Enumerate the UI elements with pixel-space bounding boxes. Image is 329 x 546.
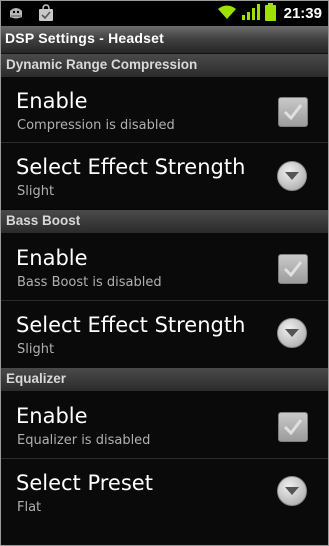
pref-row-bass-enable[interactable]: Enable Bass Boost is disabled — [1, 233, 328, 300]
status-bar: 21:39 — [1, 1, 328, 26]
title-bar: DSP Settings - Headset — [1, 26, 328, 54]
pref-title: Select Preset — [16, 471, 153, 495]
pref-row-bass-strength[interactable]: Select Effect Strength Slight — [1, 301, 328, 368]
drc-enable-checkbox[interactable] — [278, 97, 308, 127]
section-title: Bass Boost — [6, 213, 81, 228]
pref-summary: Flat — [17, 500, 42, 515]
battery-icon — [264, 2, 276, 25]
pref-summary: Slight — [17, 342, 55, 357]
pref-summary: Slight — [17, 184, 55, 199]
page-title: DSP Settings - Headset — [5, 30, 164, 46]
pref-row-eq-enable[interactable]: Enable Equalizer is disabled — [1, 391, 328, 458]
pref-row-eq-preset[interactable]: Select Preset Flat — [1, 459, 328, 545]
clock: 21:39 — [283, 5, 322, 22]
bass-enable-checkbox[interactable] — [278, 254, 308, 284]
section-header-drc: Dynamic Range Compression — [1, 54, 328, 77]
wifi-icon — [217, 4, 237, 24]
section-header-bass-boost: Bass Boost — [1, 210, 328, 233]
pref-title: Enable — [16, 246, 88, 270]
chevron-down-icon[interactable] — [277, 476, 307, 506]
pref-title: Enable — [16, 89, 88, 113]
app-window: 21:39 DSP Settings - Headset Dynamic Ran… — [0, 0, 329, 546]
pref-title: Enable — [16, 404, 88, 428]
signal-icon — [241, 3, 260, 24]
pref-summary: Bass Boost is disabled — [17, 275, 162, 290]
eq-enable-checkbox[interactable] — [278, 412, 308, 442]
pref-row-drc-strength[interactable]: Select Effect Strength Slight — [1, 143, 328, 209]
pref-title: Select Effect Strength — [16, 155, 246, 179]
section-title: Equalizer — [6, 371, 67, 386]
chevron-down-icon[interactable] — [277, 161, 307, 191]
chevron-down-icon[interactable] — [277, 318, 307, 348]
usb-debug-icon — [7, 4, 25, 22]
pref-summary: Compression is disabled — [17, 118, 175, 133]
shopping-bag-icon — [37, 4, 55, 22]
section-header-equalizer: Equalizer — [1, 368, 328, 391]
pref-summary: Equalizer is disabled — [17, 433, 151, 448]
section-title: Dynamic Range Compression — [6, 57, 198, 72]
status-icons: 21:39 — [217, 1, 322, 26]
pref-title: Select Effect Strength — [16, 313, 246, 337]
pref-row-drc-enable[interactable]: Enable Compression is disabled — [1, 77, 328, 142]
